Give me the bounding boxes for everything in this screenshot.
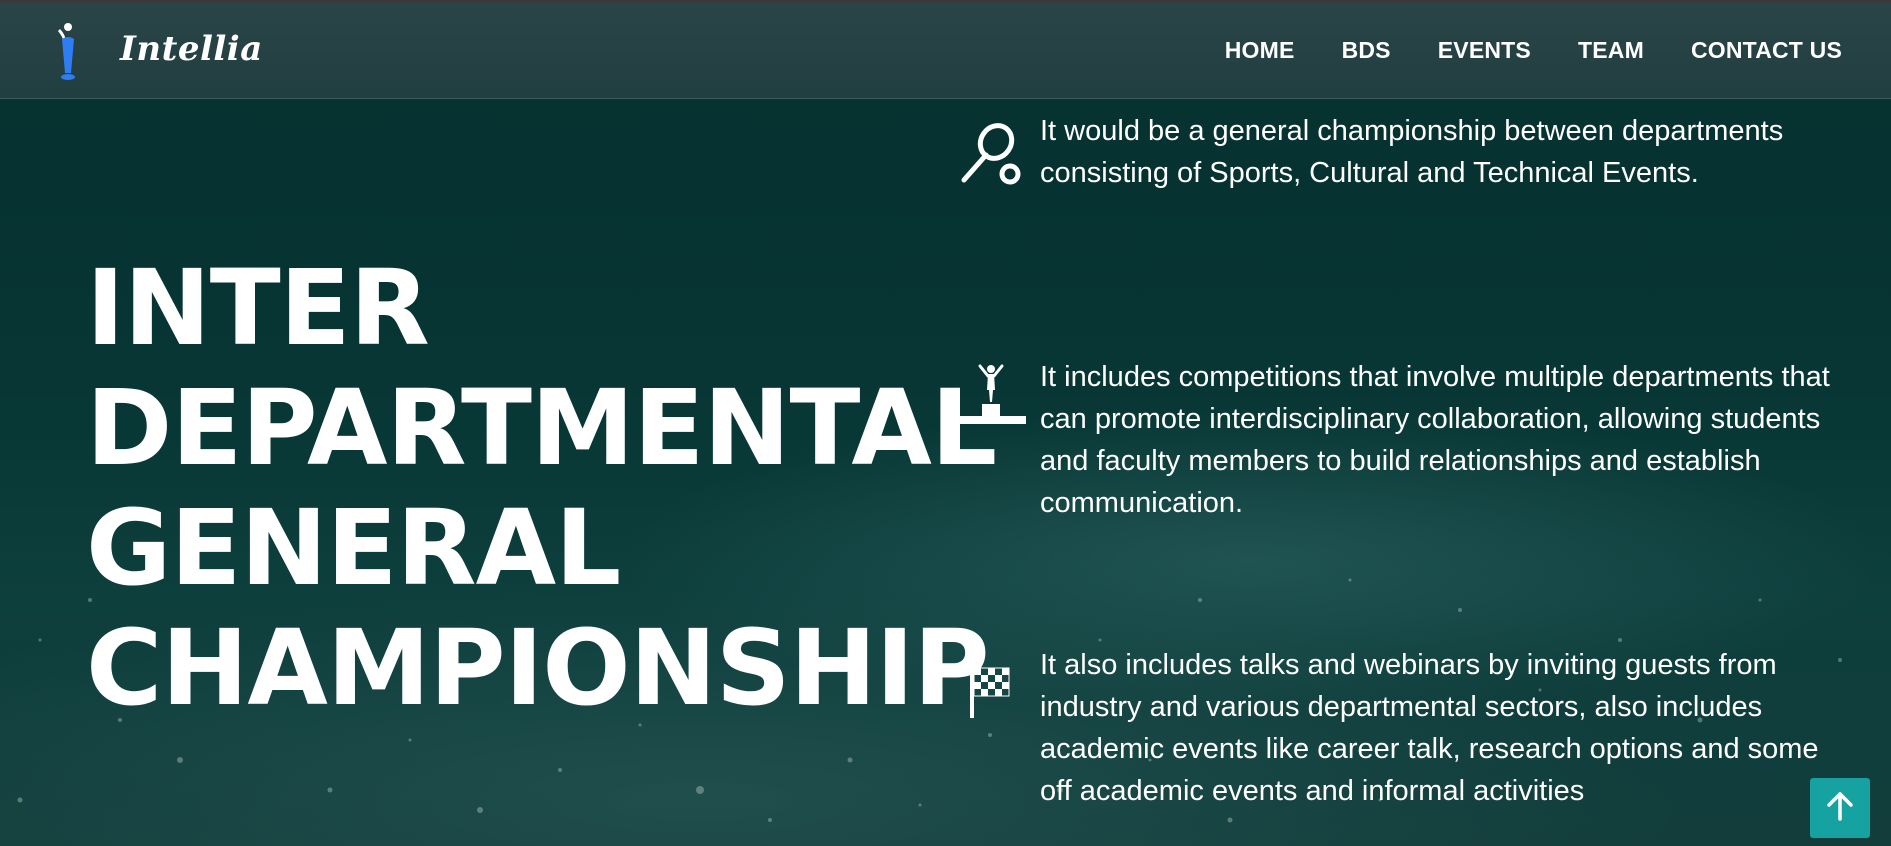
back-to-top-button[interactable]: [1810, 778, 1870, 838]
page: Intellia HOME BDS EVENTS TEAM CONTACT US…: [0, 0, 1891, 846]
feature-text: It also includes talks and webinars by i…: [1040, 649, 1819, 807]
feature-text: It includes competitions that involve mu…: [1040, 361, 1830, 519]
nav-bds[interactable]: BDS: [1342, 37, 1391, 64]
navbar: Intellia HOME BDS EVENTS TEAM CONTACT US: [0, 3, 1891, 99]
checkered-flag-icon: [958, 664, 1028, 734]
nav-team[interactable]: TEAM: [1578, 37, 1644, 64]
hero-title-line: GENERAL: [86, 487, 621, 609]
nav-home[interactable]: HOME: [1225, 37, 1295, 64]
feature-text: It would be a general championship betwe…: [1040, 115, 1784, 189]
brand-name[interactable]: Intellia: [120, 29, 263, 69]
nav-events[interactable]: EVENTS: [1438, 37, 1531, 64]
arrow-up-icon: [1823, 789, 1857, 828]
nav-contact-us[interactable]: CONTACT US: [1691, 37, 1842, 64]
hero-title-line: DEPARTMENTAL: [86, 367, 997, 489]
trophy-logo-icon[interactable]: [54, 21, 82, 85]
hero-title-line: INTER: [86, 247, 430, 369]
tennis-racket-icon: [958, 118, 1028, 188]
hero-title: INTER DEPARTMENTAL GENERAL CHAMPIONSHIP: [86, 247, 997, 729]
podium-icon: [958, 362, 1028, 432]
main-nav: HOME BDS EVENTS TEAM CONTACT US: [1225, 37, 1842, 64]
hero-title-line: CHAMPIONSHIP: [86, 607, 990, 729]
